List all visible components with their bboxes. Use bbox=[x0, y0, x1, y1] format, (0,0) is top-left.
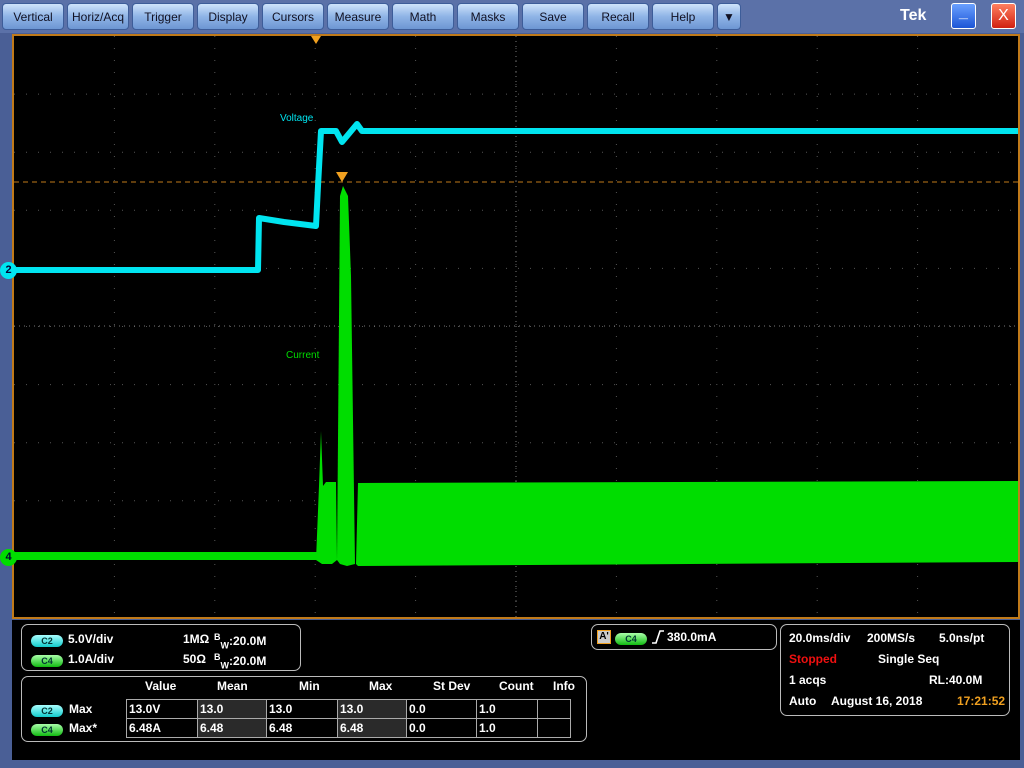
menu-recall[interactable]: Recall bbox=[587, 3, 649, 30]
status-area: C2 5.0V/div 1MΩ BW:20.0M C4 1.0A/div 50Ω… bbox=[12, 620, 1020, 760]
time: 17:21:52 bbox=[957, 694, 1006, 708]
menu-masks[interactable]: Masks bbox=[457, 3, 519, 30]
row-ch2-badge: C2 bbox=[31, 705, 63, 717]
row-ch2-name: Max bbox=[69, 702, 93, 716]
waveform-graticule: Voltage Current bbox=[14, 36, 1018, 617]
waveform-display[interactable]: Voltage Current bbox=[12, 34, 1020, 619]
row-ch4-name: Max* bbox=[69, 721, 98, 735]
menu-measure[interactable]: Measure bbox=[327, 3, 389, 30]
row-ch4-badge: C4 bbox=[31, 724, 63, 736]
measure-table: 13.0V 13.0 13.0 13.0 0.0 1.0 6.48A 6.48 6.48 6.4… bbox=[126, 699, 571, 738]
ch4-ground-marker[interactable]: 4 bbox=[0, 549, 17, 566]
table-row: 6.48A 6.48 6.48 6.48 0.0 1.0 bbox=[126, 718, 571, 738]
trigger-channel-badge: C4 bbox=[615, 633, 647, 645]
trigger-panel[interactable]: A' C4 380.0mA bbox=[591, 624, 777, 650]
ch4-scale: 1.0A/div bbox=[68, 652, 115, 666]
date: August 16, 2018 bbox=[831, 694, 923, 708]
tek-logo: Tek bbox=[900, 7, 927, 24]
ch2-ground-marker[interactable]: 2 bbox=[0, 262, 17, 279]
trigger-level: 380.0mA bbox=[667, 630, 717, 644]
channel-settings-panel[interactable]: C2 5.0V/div 1MΩ BW:20.0M C4 1.0A/div 50Ω… bbox=[21, 624, 301, 671]
timebase: 20.0ms/div bbox=[789, 631, 851, 645]
rising-edge-icon bbox=[652, 630, 664, 644]
menu-help[interactable]: Help bbox=[652, 3, 714, 30]
trigger-source-tag: A' bbox=[597, 630, 611, 644]
current-label: Current bbox=[286, 350, 320, 361]
ch4-badge[interactable]: C4 bbox=[31, 655, 63, 667]
ch2-impedance: 1MΩ bbox=[183, 632, 210, 646]
trigger-point-marker bbox=[336, 172, 348, 182]
acquisition-panel[interactable]: 20.0ms/div 200MS/s 5.0ns/pt Stopped Sing… bbox=[780, 624, 1010, 716]
menu-trigger[interactable]: Trigger bbox=[132, 3, 194, 30]
acq-state: Stopped bbox=[789, 652, 837, 666]
menu-vertical[interactable]: Vertical bbox=[2, 3, 64, 30]
ch2-badge[interactable]: C2 bbox=[31, 635, 63, 647]
menu-save[interactable]: Save bbox=[522, 3, 584, 30]
resolution: 5.0ns/pt bbox=[939, 631, 985, 645]
ch2-bandwidth: BW:20.0M bbox=[214, 632, 267, 651]
sample-rate: 200MS/s bbox=[867, 631, 916, 645]
acq-mode: Single Seq bbox=[878, 652, 940, 666]
trigger-mode: Auto bbox=[789, 694, 817, 708]
menu-math[interactable]: Math bbox=[392, 3, 454, 30]
close-button[interactable]: X bbox=[991, 3, 1016, 29]
menu-cursors[interactable]: Cursors bbox=[262, 3, 324, 30]
voltage-label: Voltage bbox=[280, 113, 314, 124]
menu-horiz-acq[interactable]: Horiz/Acq bbox=[67, 3, 129, 30]
ch4-impedance: 50Ω bbox=[183, 652, 206, 666]
menu-display[interactable]: Display bbox=[197, 3, 259, 30]
menu-more-dropdown[interactable]: ▼ bbox=[717, 3, 741, 30]
acq-count: 1 acqs bbox=[789, 673, 827, 687]
menu-bar: Vertical Horiz/Acq Trigger Display Curso… bbox=[0, 0, 1024, 33]
measurement-panel[interactable]: Value Mean Min Max St Dev Count Info C2 … bbox=[21, 676, 587, 742]
ch4-bandwidth: BW:20.0M bbox=[214, 652, 267, 671]
trigger-position-marker bbox=[311, 36, 321, 44]
ch2-scale: 5.0V/div bbox=[68, 632, 114, 646]
minimize-button[interactable]: _ bbox=[951, 3, 976, 29]
record-length: RL:40.0M bbox=[929, 673, 983, 687]
table-row: 13.0V 13.0 13.0 13.0 0.0 1.0 bbox=[126, 699, 571, 719]
